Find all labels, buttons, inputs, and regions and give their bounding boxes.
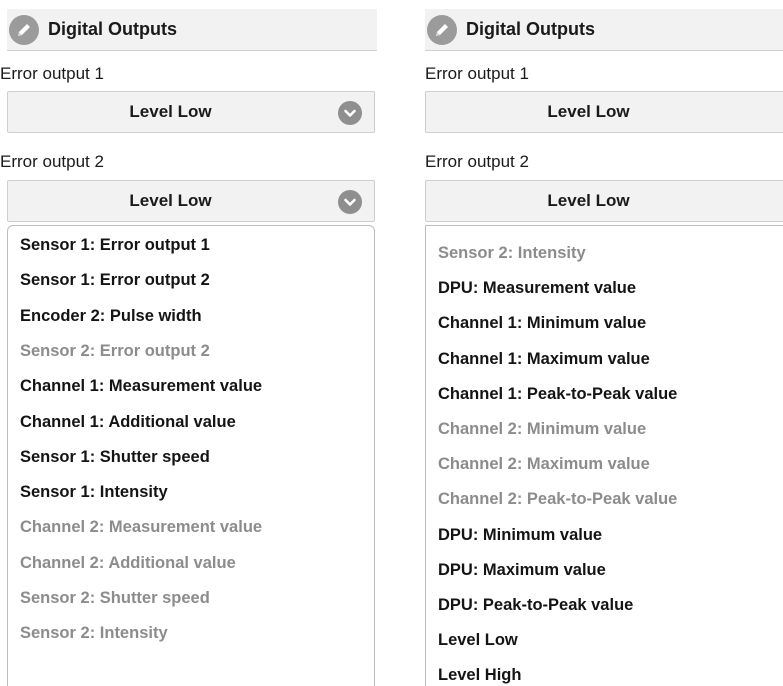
pencil-icon (9, 14, 39, 45)
dropdown-option[interactable]: Level Low (438, 630, 518, 650)
error-output-2-label: Error output 2 (425, 152, 529, 171)
section-title: Digital Outputs (466, 19, 595, 39)
dropdown-option[interactable]: Channel 1: Additional value (20, 412, 236, 432)
error-output-1-label: Error output 1 (0, 64, 104, 83)
dropdown-option: Sensor 2: Error output 2 (20, 341, 210, 360)
dropdown-option: Channel 2: Peak-to-Peak value (438, 490, 678, 509)
dropdown-option[interactable]: Level High (438, 665, 521, 685)
error-output-2-value: Level Low (547, 191, 630, 210)
options-dropdown[interactable]: Sensor 2: Intensity DPU: Measurement valu… (425, 225, 783, 686)
error-output-2-select[interactable]: Level Low (7, 180, 375, 222)
pencil-icon (427, 14, 457, 45)
dropdown-option[interactable]: DPU: Measurement value (438, 278, 636, 298)
dropdown-option: Channel 2: Minimum value (438, 420, 647, 438)
dropdown-option: Sensor 2: Intensity (20, 624, 168, 643)
dropdown-option: Sensor 2: Shutter speed (20, 589, 210, 607)
dropdown-option[interactable]: Sensor 1: Intensity (20, 482, 168, 502)
error-output-1-select[interactable]: Level Low (7, 91, 375, 133)
options-dropdown[interactable]: Sensor 1: Error output 1 Sensor 1: Error … (7, 225, 375, 686)
dropdown-option: Channel 2: Additional value (20, 553, 236, 572)
dropdown-option[interactable]: Channel 1: Maximum value (438, 349, 650, 369)
section-header: Digital Outputs (7, 9, 377, 51)
dropdown-option[interactable]: Encoder 2: Pulse width (20, 306, 202, 326)
error-output-1-select[interactable]: Level Low (425, 91, 783, 133)
dropdown-option[interactable]: Channel 1: Peak-to-Peak value (438, 384, 677, 404)
dropdown-option[interactable]: Channel 1: Minimum value (438, 313, 646, 333)
chevron-down-icon (338, 101, 362, 125)
error-output-2-select[interactable]: Level Low (425, 180, 783, 222)
dropdown-option[interactable]: DPU: Minimum value (438, 525, 602, 545)
left-panel: Digital Outputs Error output 1 Level Low… (0, 0, 380, 686)
dropdown-option: Channel 2: Maximum value (438, 455, 650, 474)
dropdown-option: Sensor 2: Intensity (438, 244, 586, 262)
right-panel: Digital Outputs Error output 1 Level Low… (418, 0, 783, 686)
error-output-1-value: Level Low (129, 102, 212, 121)
section-header: Digital Outputs (425, 9, 783, 51)
dropdown-option[interactable]: Sensor 1: Shutter speed (20, 447, 210, 467)
chevron-down-icon (338, 190, 362, 214)
error-output-2-value: Level Low (129, 191, 212, 210)
dropdown-option[interactable]: DPU: Peak-to-Peak value (438, 595, 633, 615)
error-output-2-label: Error output 2 (0, 152, 104, 171)
error-output-1-label: Error output 1 (425, 64, 529, 83)
dropdown-option: Channel 2: Measurement value (20, 518, 263, 537)
dropdown-option[interactable]: Channel 1: Measurement value (20, 376, 262, 396)
dropdown-option[interactable]: Sensor 1: Error output 1 (20, 235, 210, 255)
error-output-1-value: Level Low (547, 102, 630, 121)
section-title: Digital Outputs (48, 19, 177, 39)
dropdown-option[interactable]: Sensor 1: Error output 2 (20, 270, 210, 290)
dropdown-option[interactable]: DPU: Maximum value (438, 560, 606, 580)
